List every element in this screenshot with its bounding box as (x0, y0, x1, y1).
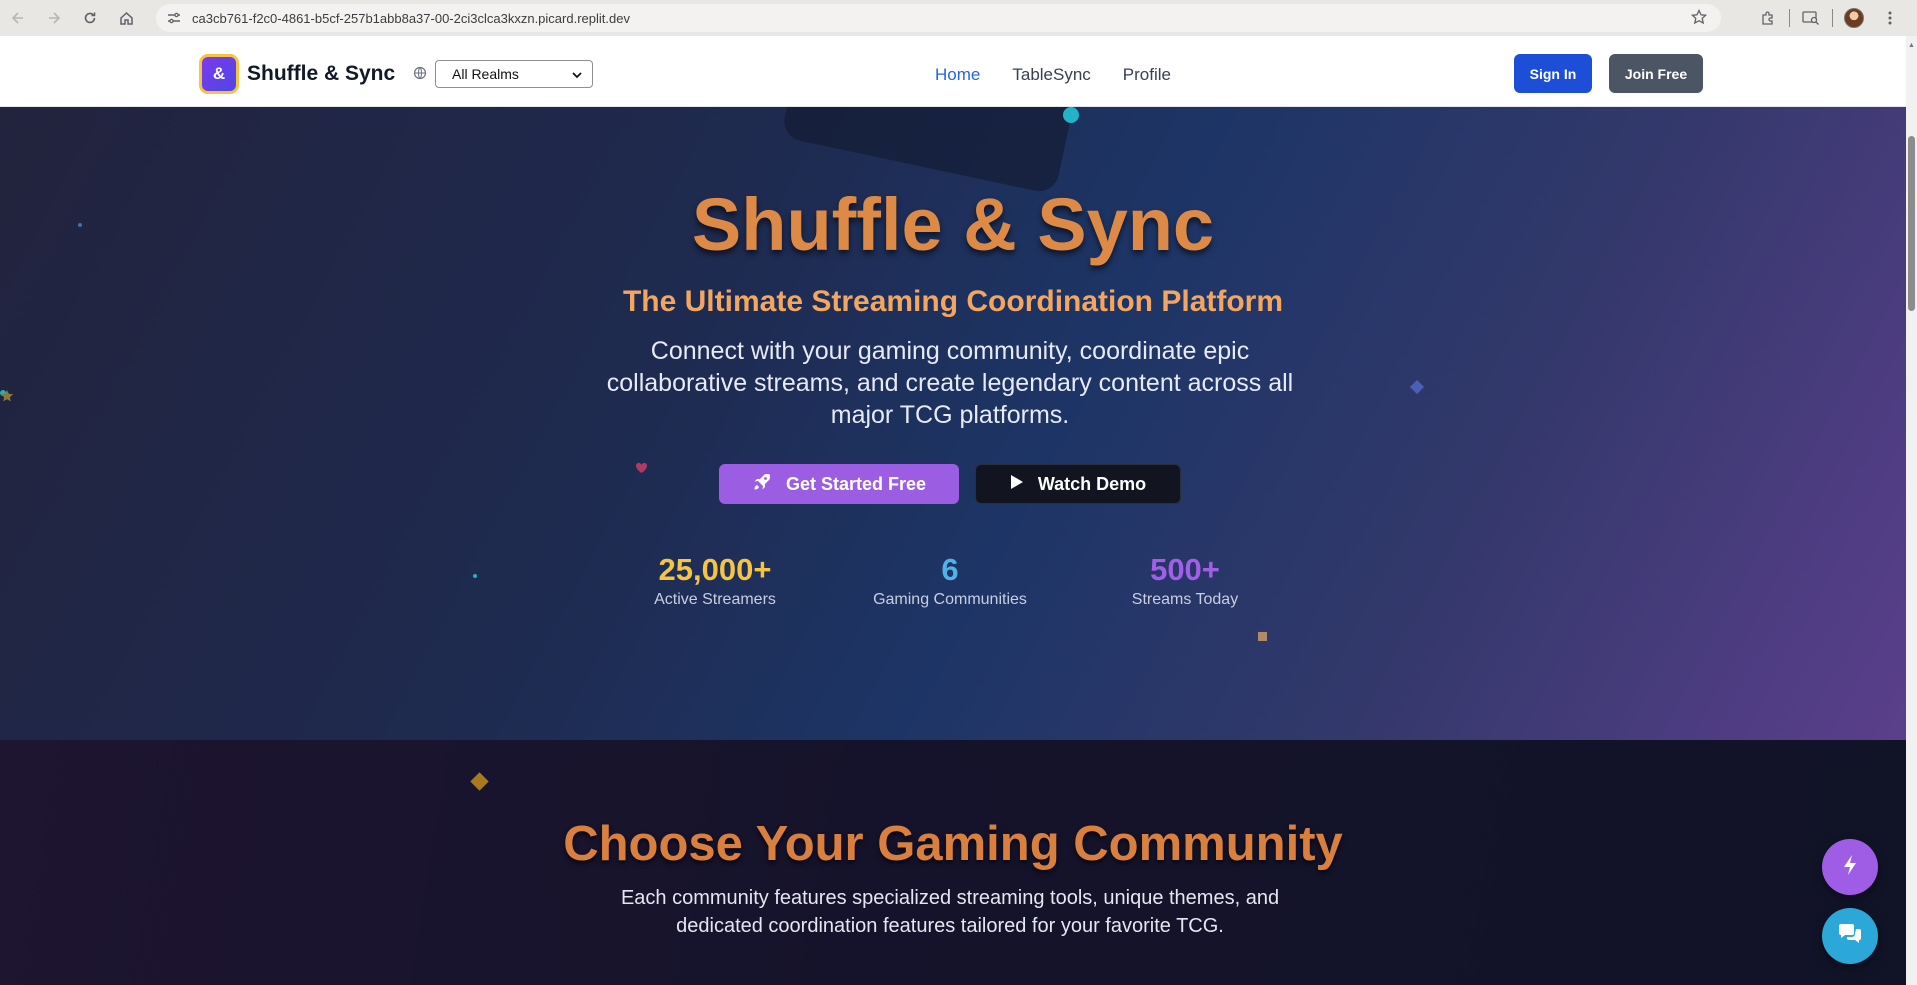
realm-select-value: All Realms (452, 66, 519, 82)
nav-tablesync[interactable]: TableSync (1012, 65, 1090, 85)
main-nav: Home TableSync Profile (935, 65, 1171, 85)
community-section: Choose Your Gaming Community Each commun… (0, 740, 1906, 985)
globe-icon (413, 66, 427, 85)
home-icon[interactable] (108, 0, 144, 36)
hero-section: Shuffle & Sync The Ultimate Streaming Co… (0, 107, 1906, 740)
decorative-diamond (1409, 379, 1425, 395)
site-header: & Shuffle & Sync All Realms Home TableSy… (0, 36, 1906, 107)
bookmark-star-icon[interactable] (1690, 8, 1708, 30)
stat-label: Active Streamers (654, 591, 776, 608)
watch-demo-label: Watch Demo (1037, 473, 1147, 494)
stat-gaming-communities: 6 Gaming Communities (840, 552, 1060, 609)
lightning-bolt-icon (1841, 854, 1859, 881)
scrollbar-thumb[interactable] (1908, 136, 1915, 311)
join-free-button[interactable]: Join Free (1609, 54, 1703, 93)
chevron-down-icon (572, 66, 582, 82)
decorative-diamond (470, 772, 489, 791)
extensions-icon[interactable] (1753, 3, 1783, 33)
play-icon (1010, 474, 1024, 495)
address-bar[interactable]: ca3cb761-f2c0-4861-b5cf-257b1abb8a37-00-… (156, 4, 1721, 32)
brand-name[interactable]: Shuffle & Sync (247, 62, 395, 86)
watch-demo-button[interactable]: Watch Demo (975, 464, 1181, 504)
url-text[interactable]: ca3cb761-f2c0-4861-b5cf-257b1abb8a37-00-… (192, 11, 630, 26)
decorative-dot (1063, 107, 1079, 123)
cast-search-icon[interactable] (1796, 3, 1826, 33)
get-started-label: Get Started Free (785, 473, 927, 494)
decorative-square (1258, 632, 1267, 641)
profile-avatar[interactable] (1839, 3, 1869, 33)
back-icon[interactable] (0, 0, 36, 36)
hero-title: Shuffle & Sync (691, 183, 1215, 266)
browser-toolbar: ca3cb761-f2c0-4861-b5cf-257b1abb8a37-00-… (0, 0, 1917, 36)
hero-subtitle: The Ultimate Streaming Coordination Plat… (622, 285, 1284, 318)
chat-bubbles-icon (1837, 923, 1863, 950)
stat-value: 500+ (1150, 552, 1220, 587)
realm-select[interactable]: All Realms (435, 60, 593, 88)
toolbar-divider (1832, 9, 1833, 27)
logo-icon[interactable]: & (199, 54, 239, 94)
hero-description: Connect with your gaming community, coor… (606, 337, 1294, 429)
page-scrollbar[interactable]: ▲ (1906, 36, 1917, 985)
nav-profile[interactable]: Profile (1123, 65, 1171, 85)
stat-active-streamers: 25,000+ Active Streamers (605, 552, 825, 609)
stat-label: Streams Today (1131, 591, 1239, 608)
stat-label: Gaming Communities (873, 591, 1027, 608)
nav-home[interactable]: Home (935, 65, 980, 85)
sign-in-button[interactable]: Sign In (1514, 54, 1592, 93)
logo-glyph: & (212, 64, 226, 83)
toolbar-divider (1789, 9, 1790, 27)
community-title: Choose Your Gaming Community (563, 817, 1343, 871)
stat-value: 25,000+ (658, 552, 772, 587)
chat-button[interactable] (1822, 908, 1878, 964)
stat-value: 6 (941, 552, 959, 587)
rocket-icon (752, 472, 772, 497)
decorative-dot (473, 574, 477, 578)
heart-icon (635, 461, 648, 479)
site-info-icon[interactable] (156, 11, 192, 25)
community-description: Each community features specialized stre… (620, 887, 1280, 937)
quick-action-button[interactable] (1822, 839, 1878, 895)
star-icon (0, 389, 14, 408)
scroll-up-icon[interactable]: ▲ (1908, 42, 1915, 49)
get-started-button[interactable]: Get Started Free (719, 464, 959, 504)
reload-icon[interactable] (72, 0, 108, 36)
stat-streams-today: 500+ Streams Today (1075, 552, 1295, 609)
forward-icon[interactable] (36, 0, 72, 36)
menu-kebab-icon[interactable] (1875, 3, 1905, 33)
